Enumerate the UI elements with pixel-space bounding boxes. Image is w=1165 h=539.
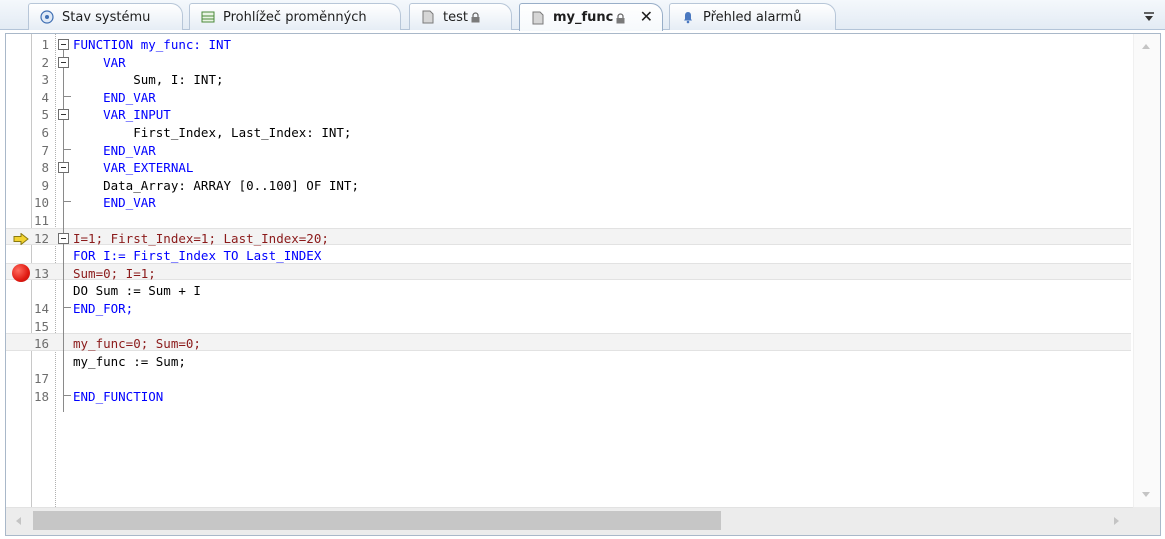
code-line[interactable]: 10 END_VAR — [6, 194, 1131, 212]
tab-label: Stav systému — [62, 9, 151, 25]
scroll-down-arrow-icon[interactable] — [1142, 492, 1150, 497]
tab-list-dropdown-icon[interactable] — [1143, 8, 1155, 21]
fold-toggle[interactable] — [58, 162, 69, 174]
execution-pointer-icon — [13, 230, 29, 246]
code-text: my_func := Sum; — [73, 353, 186, 369]
line-number: 12 — [33, 230, 49, 246]
code-line[interactable]: 11 — [6, 212, 1131, 230]
code-line[interactable]: 15 — [6, 318, 1131, 336]
code-text: VAR_EXTERNAL — [73, 160, 194, 176]
code-text: FUNCTION my_func: INT — [73, 37, 232, 52]
tab-alarm-overview[interactable]: Přehled alarmů — [669, 3, 836, 30]
line-number: 13 — [33, 265, 49, 281]
debug-values-text: my_func=0; Sum=0; — [73, 336, 201, 352]
code-text: END_VAR — [73, 89, 156, 105]
breakpoint-icon[interactable] — [12, 264, 30, 282]
lock-icon — [471, 11, 481, 23]
code-line[interactable]: 2 VAR — [6, 54, 1131, 72]
code-text: END_VAR — [73, 195, 156, 211]
code-line[interactable]: 5 VAR_INPUT — [6, 106, 1131, 124]
debug-values-text: Sum=0; I=1; — [73, 265, 156, 281]
code-line[interactable]: 17 — [6, 370, 1131, 388]
close-icon[interactable]: ✕ — [640, 9, 653, 25]
line-number: 7 — [41, 142, 49, 158]
line-number: 1 — [41, 37, 49, 52]
code-line[interactable]: 14 END_FOR; — [6, 300, 1131, 318]
code-line[interactable]: 9 Data_Array: ARRAY [0..100] OF INT; — [6, 177, 1131, 195]
code-line[interactable]: 18 END_FUNCTION — [6, 388, 1131, 406]
line-number: 16 — [33, 336, 49, 352]
code-line[interactable]: 7 END_VAR — [6, 142, 1131, 160]
tab-label: my_func — [553, 10, 614, 25]
lock-icon — [616, 12, 626, 24]
tab-test[interactable]: test — [409, 3, 512, 30]
scroll-left-arrow-icon[interactable] — [16, 517, 21, 525]
fold-toggle[interactable] — [58, 232, 69, 244]
code-line[interactable]: 16 my_func=0; Sum=0; — [6, 335, 1131, 353]
alarm-bell-icon — [680, 9, 696, 25]
code-line[interactable]: 6 First_Index, Last_Index: INT; — [6, 124, 1131, 142]
line-number: 8 — [41, 160, 49, 176]
scroll-right-arrow-icon[interactable] — [1114, 517, 1119, 525]
code-text: Data_Array: ARRAY [0..100] OF INT; — [73, 177, 359, 193]
fold-toggle[interactable] — [58, 109, 69, 121]
code-editor[interactable]: 1 FUNCTION my_func: INT 2 VAR 3 Sum, I: … — [5, 33, 1161, 536]
line-number: 15 — [33, 318, 49, 334]
code-line[interactable]: my_func := Sum; — [6, 353, 1131, 371]
tab-label: Prohlížeč proměnných — [223, 9, 367, 25]
line-number: 3 — [41, 72, 49, 88]
code-text: Sum, I: INT; — [73, 72, 224, 88]
line-number: 5 — [41, 107, 49, 123]
code-text: END_FUNCTION — [73, 389, 164, 404]
line-number: 11 — [33, 213, 49, 228]
line-number: 9 — [41, 177, 49, 193]
scrollbar-corner — [1133, 507, 1160, 535]
code-line[interactable]: FOR I:= First_Index TO Last_INDEX — [6, 247, 1131, 265]
code-line[interactable]: 1 FUNCTION my_func: INT — [6, 36, 1131, 54]
tab-label: Přehled alarmů — [703, 9, 802, 25]
code-text: DO Sum := Sum + I — [73, 283, 201, 299]
tab-variable-viewer[interactable]: Prohlížeč proměnných — [189, 3, 401, 30]
line-number: 17 — [33, 371, 49, 387]
horizontal-scroll-thumb[interactable] — [33, 511, 721, 530]
code-text: First_Index, Last_Index: INT; — [73, 125, 352, 140]
code-line[interactable]: DO Sum := Sum + I — [6, 282, 1131, 300]
scroll-up-arrow-icon[interactable] — [1142, 44, 1150, 49]
code-line[interactable]: 13 Sum=0; I=1; — [6, 265, 1131, 283]
document-icon — [420, 9, 436, 25]
line-number: 6 — [41, 125, 49, 140]
horizontal-scrollbar[interactable] — [6, 507, 1160, 535]
document-icon — [530, 10, 546, 26]
code-line[interactable]: 3 Sum, I: INT; — [6, 71, 1131, 89]
code-text: FOR I:= First_Index TO Last_INDEX — [73, 248, 322, 264]
tab-my-func[interactable]: my_func ✕ — [519, 3, 663, 31]
fold-toggle[interactable] — [58, 39, 69, 50]
tab-strip: Stav systému Prohlížeč proměnných test m… — [0, 0, 1165, 31]
code-line[interactable]: 4 END_VAR — [6, 89, 1131, 107]
code-area[interactable]: 1 FUNCTION my_func: INT 2 VAR 3 Sum, I: … — [6, 34, 1131, 507]
variable-viewer-icon — [200, 9, 216, 25]
code-text: VAR — [73, 54, 126, 70]
code-line[interactable]: 8 VAR_EXTERNAL — [6, 159, 1131, 177]
tab-label: test — [443, 9, 468, 25]
debug-values-text: I=1; First_Index=1; Last_Index=20; — [73, 230, 329, 246]
code-text: END_FOR; — [73, 301, 134, 316]
line-number: 18 — [33, 389, 49, 404]
line-number: 2 — [41, 54, 49, 70]
tab-system-status[interactable]: Stav systému — [28, 3, 183, 30]
line-number: 4 — [41, 89, 49, 105]
code-text: VAR_INPUT — [73, 107, 171, 123]
line-number: 14 — [33, 301, 49, 316]
code-text: END_VAR — [73, 142, 156, 158]
code-line[interactable]: 12 I=1; First_Index=1; Last_Index=20; — [6, 230, 1131, 248]
vertical-scrollbar[interactable] — [1133, 34, 1160, 507]
fold-toggle[interactable] — [58, 56, 69, 68]
line-number: 10 — [33, 195, 49, 211]
system-status-icon — [39, 9, 55, 25]
